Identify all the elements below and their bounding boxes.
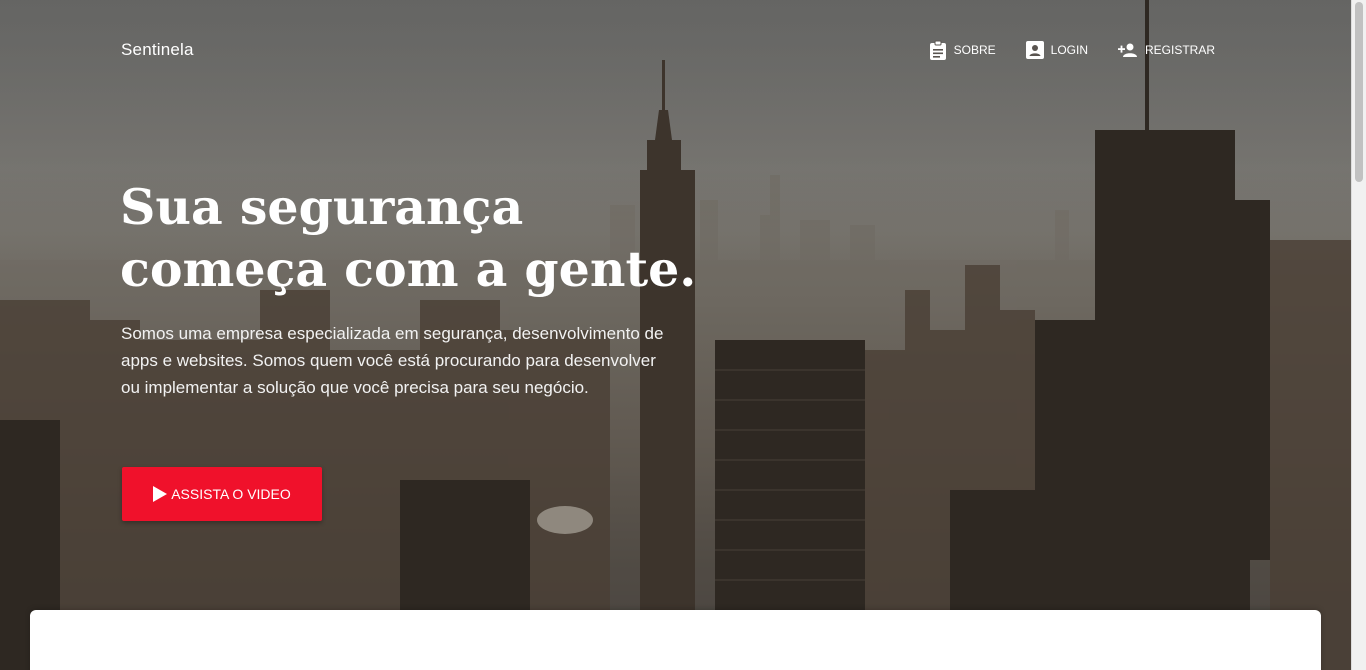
hero-headline-line1: Sua segurança — [120, 178, 524, 236]
watch-video-button[interactable]: ASSISTA O VIDEO — [122, 467, 322, 521]
scrollbar-thumb[interactable] — [1355, 2, 1363, 182]
landing-page: Sentinela SOBRE LOGIN REGISTRAR Sua segu… — [0, 0, 1366, 670]
clipboard-icon — [929, 40, 946, 60]
hero-headline: Sua segurança começa com a gente. — [120, 176, 740, 300]
brand-logo[interactable]: Sentinela — [121, 40, 194, 60]
nav-item-registrar[interactable]: REGISTRAR — [1117, 42, 1215, 58]
hero-headline-line2: começa com a gente. — [120, 240, 697, 298]
nav-item-label: REGISTRAR — [1144, 43, 1215, 57]
play-icon — [153, 486, 168, 502]
nav-item-login[interactable]: LOGIN — [1025, 41, 1088, 59]
vertical-scrollbar[interactable] — [1351, 0, 1366, 670]
top-nav: SOBRE LOGIN REGISTRAR — [929, 40, 1215, 60]
nav-item-label: SOBRE — [953, 43, 996, 57]
nav-item-sobre[interactable]: SOBRE — [929, 40, 996, 60]
hero-description: Somos uma empresa especializada em segur… — [121, 324, 664, 397]
content-card — [30, 610, 1321, 670]
nav-item-label: LOGIN — [1050, 43, 1088, 57]
account-box-icon — [1025, 41, 1044, 59]
watch-video-label: ASSISTA O VIDEO — [171, 486, 291, 502]
person-add-icon — [1117, 43, 1137, 57]
